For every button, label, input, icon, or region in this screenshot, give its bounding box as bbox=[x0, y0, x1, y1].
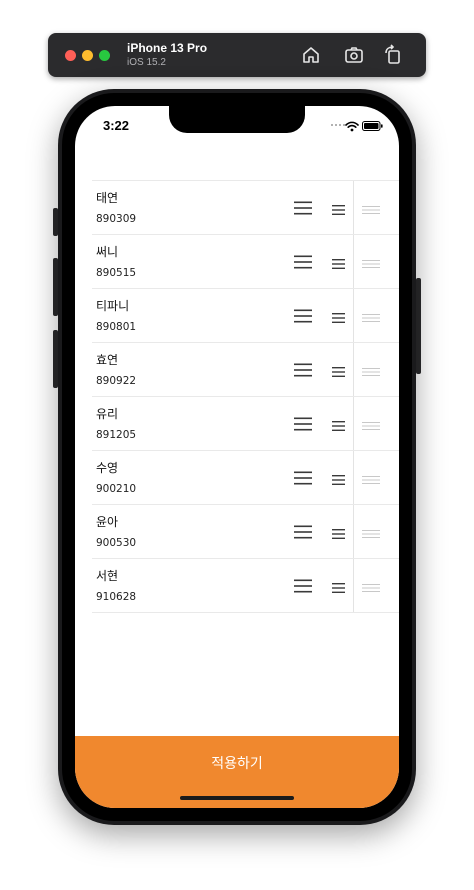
list-item-name: 태연 bbox=[96, 191, 119, 205]
power-button bbox=[416, 278, 421, 374]
menu-small-icon[interactable] bbox=[332, 417, 346, 431]
minimize-window-button[interactable] bbox=[82, 50, 93, 61]
row-divider bbox=[353, 505, 354, 558]
menu-large-icon[interactable] bbox=[294, 470, 312, 485]
screenshot-icon[interactable] bbox=[343, 44, 365, 66]
battery-icon bbox=[362, 121, 383, 131]
list-item[interactable]: 서현 910628 bbox=[92, 559, 399, 613]
menu-large-icon[interactable] bbox=[294, 308, 312, 323]
list-item-number: 900210 bbox=[96, 483, 137, 495]
menu-large-icon[interactable] bbox=[294, 524, 312, 539]
list-item[interactable]: 티파니 890801 bbox=[92, 289, 399, 343]
notch bbox=[169, 106, 305, 133]
drag-handle-icon[interactable] bbox=[362, 255, 380, 268]
drag-handle-icon[interactable] bbox=[362, 525, 380, 538]
rotate-icon[interactable] bbox=[382, 44, 404, 66]
list-item[interactable]: 윤아 900530 bbox=[92, 505, 399, 559]
row-divider bbox=[353, 289, 354, 342]
list-item[interactable]: 유리 891205 bbox=[92, 397, 399, 451]
drag-handle-icon[interactable] bbox=[362, 417, 380, 430]
list-item-name: 서현 bbox=[96, 569, 119, 583]
os-version: iOS 15.2 bbox=[127, 57, 166, 68]
device-name: iPhone 13 Pro bbox=[127, 41, 208, 55]
list-item-name: 효연 bbox=[96, 353, 119, 367]
list-item-name: 유리 bbox=[96, 407, 119, 421]
list-item[interactable]: 효연 890922 bbox=[92, 343, 399, 397]
drag-handle-icon[interactable] bbox=[362, 363, 380, 376]
menu-small-icon[interactable] bbox=[332, 363, 346, 377]
menu-small-icon[interactable] bbox=[332, 255, 346, 269]
list-item-number: 890922 bbox=[96, 375, 137, 387]
row-divider bbox=[353, 235, 354, 288]
list-item-number: 910628 bbox=[96, 591, 137, 603]
drag-handle-icon[interactable] bbox=[362, 471, 380, 484]
row-divider bbox=[353, 181, 354, 234]
menu-large-icon[interactable] bbox=[294, 362, 312, 377]
menu-small-icon[interactable] bbox=[332, 579, 346, 593]
phone-screen: 3:22 태연 890309 써니 890515 티파니 890801 효연 8… bbox=[75, 106, 399, 808]
home-icon[interactable] bbox=[300, 44, 322, 66]
drag-handle-icon[interactable] bbox=[362, 309, 380, 322]
member-list: 태연 890309 써니 890515 티파니 890801 효연 890922… bbox=[92, 180, 399, 613]
status-time: 3:22 bbox=[103, 118, 130, 133]
row-divider bbox=[353, 397, 354, 450]
list-item-number: 890801 bbox=[96, 321, 137, 333]
list-item-name: 윤아 bbox=[96, 515, 119, 529]
row-divider bbox=[353, 451, 354, 504]
menu-small-icon[interactable] bbox=[332, 471, 346, 485]
menu-large-icon[interactable] bbox=[294, 578, 312, 593]
menu-small-icon[interactable] bbox=[332, 525, 346, 539]
apply-button-label: 적용하기 bbox=[211, 756, 263, 772]
list-item-number: 900530 bbox=[96, 537, 137, 549]
menu-small-icon[interactable] bbox=[332, 309, 346, 323]
list-item-number: 890515 bbox=[96, 267, 137, 279]
menu-large-icon[interactable] bbox=[294, 416, 312, 431]
list-item[interactable]: 써니 890515 bbox=[92, 235, 399, 289]
zoom-window-button[interactable] bbox=[99, 50, 110, 61]
menu-small-icon[interactable] bbox=[332, 201, 346, 215]
wifi-icon bbox=[345, 121, 359, 132]
apply-button[interactable]: 적용하기 bbox=[75, 736, 399, 808]
list-item-number: 891205 bbox=[96, 429, 137, 441]
menu-large-icon[interactable] bbox=[294, 254, 312, 269]
list-item[interactable]: 수영 900210 bbox=[92, 451, 399, 505]
list-item-name: 수영 bbox=[96, 461, 119, 475]
list-item[interactable]: 태연 890309 bbox=[92, 181, 399, 235]
drag-handle-icon[interactable] bbox=[362, 201, 380, 214]
menu-large-icon[interactable] bbox=[294, 200, 312, 215]
drag-handle-icon[interactable] bbox=[362, 579, 380, 592]
list-item-name: 써니 bbox=[96, 245, 119, 259]
close-window-button[interactable] bbox=[65, 50, 76, 61]
row-divider bbox=[353, 343, 354, 396]
row-divider bbox=[353, 559, 354, 612]
list-item-name: 티파니 bbox=[96, 299, 130, 313]
signal-dots-icon bbox=[331, 111, 349, 126]
list-item-number: 890309 bbox=[96, 213, 137, 225]
home-indicator bbox=[180, 796, 294, 800]
simulator-toolbar: iPhone 13 Pro iOS 15.2 bbox=[48, 33, 426, 77]
